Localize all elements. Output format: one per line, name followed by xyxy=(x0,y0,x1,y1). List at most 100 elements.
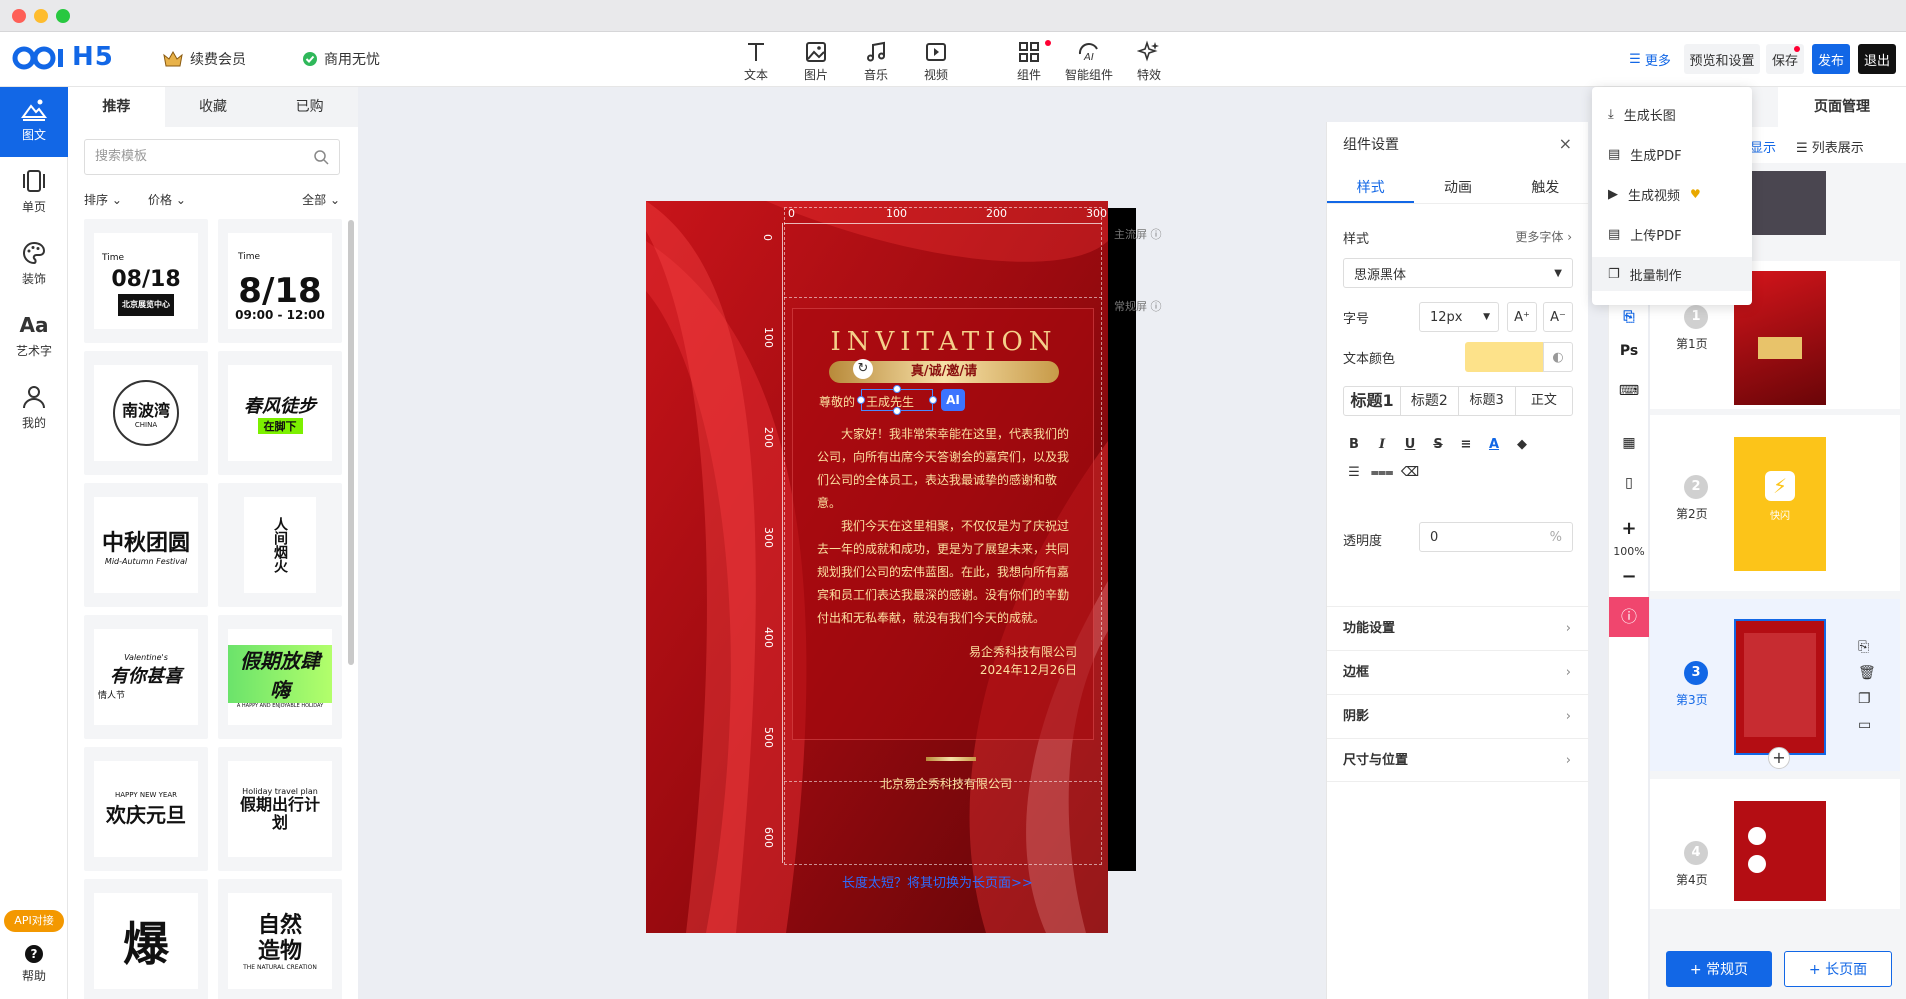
page-row-4[interactable]: 4 第4页 xyxy=(1650,779,1900,909)
decrease-font-button[interactable]: A⁻ xyxy=(1543,302,1573,332)
close-icon[interactable]: × xyxy=(1559,134,1572,153)
bold-icon[interactable]: B xyxy=(1343,434,1365,456)
tool-image[interactable]: 图片 xyxy=(790,36,842,83)
menu-item-batch-create[interactable]: ❐ 批量制作 xyxy=(1592,257,1752,291)
tool-music[interactable]: 音乐 xyxy=(850,36,902,83)
template-card[interactable]: Time 8/18 09:00 - 12:00 xyxy=(218,219,342,343)
menu-item-generate-video[interactable]: ▶ 生成视频 ♥ xyxy=(1592,177,1752,211)
help-circle-icon[interactable]: ⓘ xyxy=(1151,300,1162,313)
help-button[interactable]: ? 帮助 xyxy=(0,937,68,997)
minimize-window-button[interactable] xyxy=(34,9,48,23)
menu-item-long-image[interactable]: ⤓ 生成长图 xyxy=(1592,97,1752,131)
maximize-window-button[interactable] xyxy=(56,9,70,23)
opacity-input[interactable]: 0 % xyxy=(1419,522,1573,552)
template-card[interactable]: Holiday travel plan 假期出行计划 xyxy=(218,747,342,871)
italic-icon[interactable]: I xyxy=(1371,434,1393,456)
resize-handle[interactable] xyxy=(893,385,901,393)
grid-icon[interactable]: ▦ xyxy=(1617,431,1641,455)
tool-video[interactable]: 视频 xyxy=(910,36,962,83)
add-normal-page-button[interactable]: + 常规页 xyxy=(1666,951,1772,987)
preview-settings-button[interactable]: 预览和设置 xyxy=(1684,44,1760,74)
body-text-button[interactable]: 正文 xyxy=(1516,387,1572,415)
list-indent-icon[interactable]: ☰ xyxy=(1343,462,1365,484)
page-thumbnail[interactable]: ⚡ 快闪 xyxy=(1734,437,1826,571)
zoom-in-icon[interactable]: + xyxy=(1617,517,1641,541)
company-signature[interactable]: 易企秀科技有限公司 xyxy=(969,643,1077,660)
strikethrough-icon[interactable]: S xyxy=(1427,434,1449,456)
tool-effects[interactable]: 特效 xyxy=(1123,36,1175,83)
template-card[interactable]: 南波湾 CHINA xyxy=(84,351,208,475)
duplicate-icon[interactable]: ❐ xyxy=(1858,691,1871,707)
more-button[interactable]: ☰ 更多 xyxy=(1622,44,1678,74)
list-view-button[interactable]: ☰ 列表展示 xyxy=(1796,137,1864,156)
greeting-text[interactable]: 尊敬的 xyxy=(819,393,855,410)
fill-color-icon[interactable]: ◆ xyxy=(1511,434,1533,456)
line-height-icon[interactable]: ⩶ xyxy=(1371,462,1393,484)
invitation-card[interactable]: INVITATION 真/诚/邀/请 ↻ 尊敬的 王成先生 AI 大家好！我非常… xyxy=(792,308,1094,740)
tab-page-management[interactable]: 页面管理 xyxy=(1778,87,1906,127)
menu-item-generate-pdf[interactable]: ▤ 生成PDF xyxy=(1592,137,1752,171)
api-button[interactable]: API对接 xyxy=(4,910,64,932)
invitation-title[interactable]: INVITATION xyxy=(793,327,1095,357)
search-icon[interactable] xyxy=(313,149,329,165)
more-fonts-link[interactable]: 更多字体 › xyxy=(1515,228,1572,245)
alert-icon[interactable]: ⓘ xyxy=(1609,597,1649,637)
template-card[interactable]: Valentine's 有你甚喜 情人节 xyxy=(84,615,208,739)
template-card[interactable]: 假期放肆嗨 A HAPPY AND ENJOYABLE HOLIDAY xyxy=(218,615,342,739)
template-card[interactable]: 爆 xyxy=(84,879,208,999)
template-search-input[interactable]: 搜索模板 xyxy=(84,139,340,175)
font-select[interactable]: 思源黑体 ▼ xyxy=(1343,258,1573,288)
page-thumbnail[interactable] xyxy=(1734,619,1826,755)
nav-item-graphic[interactable]: 图文 xyxy=(0,87,68,157)
resize-handle[interactable] xyxy=(857,396,865,404)
ocr-icon[interactable]: ⎘ xyxy=(1617,305,1641,329)
show-toggle[interactable]: 显示 xyxy=(1750,137,1776,156)
switch-long-page-link[interactable]: 长度太短？将其切换为长页面>> xyxy=(842,872,1033,891)
tab-trigger[interactable]: 触发 xyxy=(1502,174,1589,203)
page-row-2[interactable]: 2 第2页 ⚡ 快闪 xyxy=(1650,415,1900,591)
resize-handle[interactable] xyxy=(893,407,901,415)
editor-page[interactable]: 0 100 200 300 0 100 200 300 400 500 600 … xyxy=(646,201,1108,933)
color-picker-button[interactable]: ◐ xyxy=(1543,342,1573,372)
page-thumbnail[interactable] xyxy=(1750,171,1826,235)
section-size-position[interactable]: 尺寸与位置 › xyxy=(1327,738,1589,782)
tab-style[interactable]: 样式 xyxy=(1327,174,1415,203)
heading-3-button[interactable]: 标题3 xyxy=(1459,387,1516,415)
exit-button[interactable]: 退出 xyxy=(1858,44,1896,74)
text-color-swatch[interactable] xyxy=(1465,342,1543,372)
template-scrollbar[interactable] xyxy=(348,220,354,665)
section-shadow[interactable]: 阴影 › xyxy=(1327,694,1589,738)
template-card[interactable]: Time 08/18 北京展览中心 xyxy=(84,219,208,343)
close-window-button[interactable] xyxy=(12,9,26,23)
add-page-icon[interactable]: + xyxy=(1768,747,1790,769)
tab-animation[interactable]: 动画 xyxy=(1414,174,1501,203)
menu-item-upload-pdf[interactable]: ▤ 上传PDF xyxy=(1592,217,1752,251)
page-thumbnail[interactable] xyxy=(1734,801,1826,901)
save-button[interactable]: 保存 xyxy=(1766,44,1804,74)
nav-item-art-text[interactable]: Aa 艺术字 xyxy=(0,303,68,373)
heading-2-button[interactable]: 标题2 xyxy=(1401,387,1459,415)
sort-dropdown[interactable]: 排序 ⌄ xyxy=(84,191,122,208)
selected-text-box[interactable]: 王成先生 xyxy=(857,385,937,415)
footer-company[interactable]: 北京易企秀科技有限公司 xyxy=(646,775,1108,792)
heading-1-button[interactable]: 标题1 xyxy=(1344,387,1402,415)
body-paragraph-2[interactable]: 我们今天在这里相聚，不仅仅是为了庆祝过去一年的成就和成功，更是为了展望未来，共同… xyxy=(817,515,1079,630)
keyboard-icon[interactable]: ⌨ xyxy=(1617,379,1641,403)
font-size-select[interactable]: 12px ▼ xyxy=(1419,302,1499,332)
nav-item-single-page[interactable]: 单页 xyxy=(0,159,68,229)
template-card[interactable]: 中秋团圆 Mid-Autumn Festival xyxy=(84,483,208,607)
vip-renew-button[interactable]: 续费会员 xyxy=(162,49,246,69)
template-card[interactable]: 人间烟火 xyxy=(218,483,342,607)
copy-page-icon[interactable]: ⎘ xyxy=(1858,639,1869,655)
all-dropdown[interactable]: 全部 ⌄ xyxy=(302,191,340,208)
tool-ai-component[interactable]: AI 智能组件 xyxy=(1063,36,1115,83)
ai-assist-button[interactable]: AI xyxy=(941,389,965,411)
template-card[interactable]: HAPPY NEW YEAR 欢庆元旦 xyxy=(84,747,208,871)
delete-page-icon[interactable]: 🗑 xyxy=(1858,665,1876,681)
nav-item-mine[interactable]: 我的 xyxy=(0,375,68,445)
page-row-3-active[interactable]: 3 第3页 + ⎘ 🗑 ❐ ▭ xyxy=(1650,599,1900,771)
folder-icon[interactable]: ▭ xyxy=(1858,717,1871,733)
align-icon[interactable]: ≡ xyxy=(1455,434,1477,456)
publish-button[interactable]: 发布 xyxy=(1812,44,1850,74)
tool-text[interactable]: 文本 xyxy=(730,36,782,83)
